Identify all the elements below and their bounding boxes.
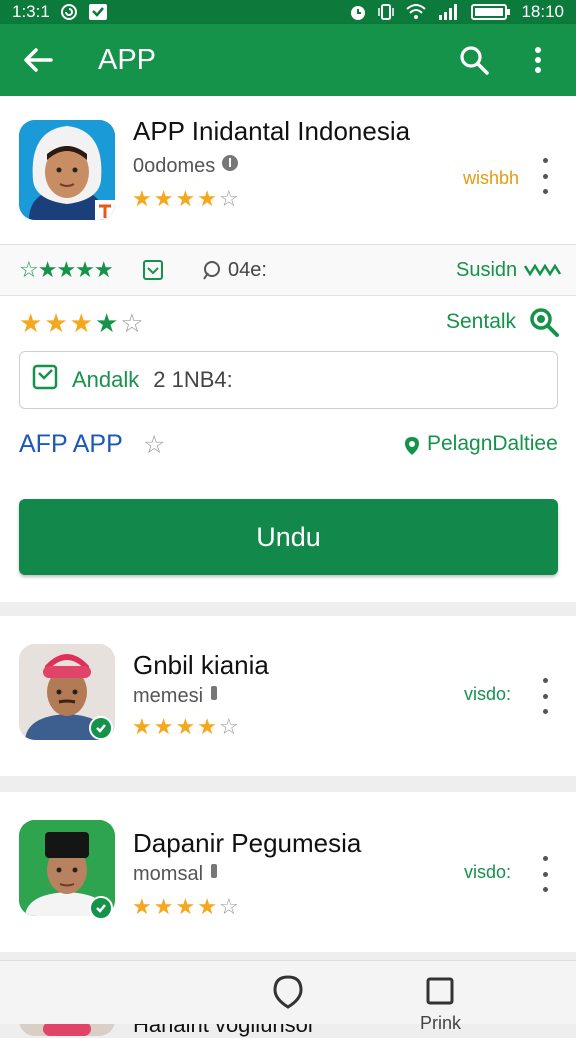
installed-badge-icon — [89, 716, 113, 740]
category-link[interactable]: AFP APP — [19, 430, 123, 459]
info-field[interactable]: Andalk 2 1NB4: — [19, 351, 558, 409]
app-name: Dapanir Pegumesia — [133, 828, 362, 858]
star-icon: ★ — [19, 308, 43, 338]
bottom-navigation: Prink — [0, 960, 576, 1033]
star-empty-icon: ☆ — [218, 714, 239, 739]
app-bar: APP — [0, 24, 576, 96]
developer-row: 0odomes — [133, 154, 239, 178]
more-options-icon[interactable] — [540, 678, 550, 714]
publisher-pin-icon — [404, 436, 420, 461]
calendar-icon — [142, 259, 164, 286]
side-label: visdo: — [464, 862, 512, 882]
developer-name: momsal — [133, 862, 204, 885]
install-button[interactable]: Undu — [19, 499, 558, 575]
star-icon: ★ — [69, 308, 93, 338]
more-options-icon[interactable] — [540, 856, 550, 892]
side-label: wishbh — [463, 168, 520, 188]
wishlist-star-icon[interactable]: ☆ — [143, 430, 165, 460]
status-bar: 1:3:1 18:10 — [0, 0, 576, 24]
rating-stars-secondary: ★ ★ ★ ★ ☆ — [19, 310, 144, 336]
nav-location-icon[interactable] — [272, 975, 304, 1014]
page-title: APP — [98, 43, 157, 76]
developer-row: momsal — [133, 862, 219, 886]
list-item[interactable]: Dapanir Pegumesia momsal ★ ★ ★ ★ ☆ visdo… — [0, 792, 576, 952]
more-options-icon[interactable] — [540, 158, 550, 194]
stats-row: ☆★★★★ 04e: Susidn — [0, 245, 576, 295]
developer-row: memesi — [133, 684, 219, 708]
rating-stars: ★ ★ ★ ★ ☆ — [132, 188, 239, 210]
status-time-right: 18:10 — [521, 2, 564, 21]
rating-stars: ★ ★ ★ ★ ☆ — [132, 896, 239, 918]
star-empty-icon: ☆ — [218, 894, 239, 919]
alarm-icon — [349, 3, 367, 21]
star-icon: ★ — [197, 894, 217, 919]
info-field-label: Andalk — [72, 367, 140, 392]
download-count: 04e: — [228, 258, 267, 281]
star-icon: ★ — [132, 714, 152, 739]
star-empty-icon: ☆ — [120, 308, 144, 338]
rating-stars: ★ ★ ★ ★ ☆ — [132, 716, 239, 738]
verified-icon — [221, 154, 239, 178]
star-icon: ★ — [175, 714, 196, 739]
star-icon: ★ — [175, 186, 196, 211]
app-avatar[interactable] — [19, 120, 115, 220]
installed-badge-icon — [89, 896, 113, 920]
featured-app-card: APP Inidantal Indonesia 0odomes ★ ★ ★ ★ … — [0, 96, 576, 602]
back-arrow-icon[interactable] — [18, 40, 58, 80]
side-label: visdo: — [464, 684, 512, 704]
verified-icon — [209, 684, 219, 708]
star-icon: ★ — [132, 186, 152, 211]
overflow-menu-icon[interactable] — [518, 40, 558, 80]
search-review-icon[interactable] — [528, 306, 560, 343]
publisher-label[interactable]: PelagnDaltiee — [427, 432, 558, 456]
battery-icon — [471, 3, 511, 21]
wifi-icon — [405, 3, 427, 21]
download-count-icon — [200, 259, 222, 286]
list-item[interactable]: Gnbil kiania memesi ★ ★ ★ ★ ☆ visdo: — [0, 616, 576, 776]
verified-icon — [209, 862, 219, 886]
star-icon: ★ — [197, 186, 217, 211]
status-label: Susidn — [456, 258, 518, 281]
zigzag-icon — [523, 263, 562, 281]
developer-name: memesi — [133, 684, 204, 707]
search-icon[interactable] — [454, 40, 494, 80]
stats-stars: ☆★★★★ — [19, 257, 114, 282]
info-field-value: 2 1NB4: — [153, 367, 233, 392]
rating-label: Sentalk — [446, 310, 517, 333]
nav-square-icon[interactable] — [426, 977, 454, 1010]
star-icon: ★ — [153, 714, 174, 739]
star-icon: ★ — [153, 894, 174, 919]
signal-icon — [437, 3, 461, 21]
developer-name: 0odomes — [133, 154, 216, 177]
star-icon: ★ — [153, 186, 174, 211]
check-notification-icon — [88, 3, 108, 21]
vibrate-icon — [377, 3, 395, 21]
star-icon: ★ — [94, 308, 119, 338]
app-name: APP Inidantal Indonesia — [133, 116, 411, 146]
star-icon: ★ — [197, 714, 217, 739]
sync-icon — [60, 3, 78, 21]
star-empty-icon: ☆ — [218, 186, 239, 211]
star-icon: ★ — [175, 894, 196, 919]
status-time-left: 1:3:1 — [12, 2, 50, 21]
app-name: Gnbil kiania — [133, 650, 269, 680]
star-icon: ★ — [132, 894, 152, 919]
checkbox-icon — [32, 364, 58, 396]
star-icon: ★ — [44, 308, 68, 338]
